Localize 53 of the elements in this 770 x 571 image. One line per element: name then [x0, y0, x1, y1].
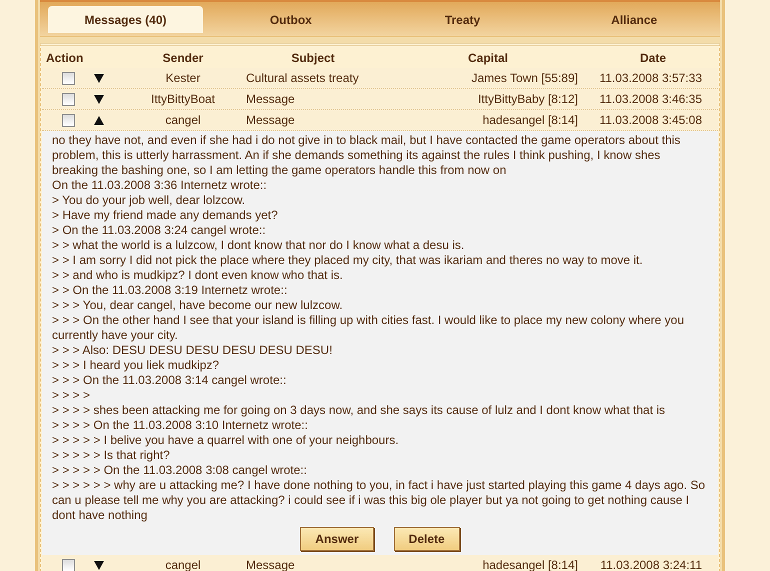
message-line: > > > > > > why are u attacking me? I have done nothing to you, in fact i have just started playing this game 4 days ago. So can u please tell me why you are attacking? i could see if i was this big ole player but ya not going to get nothing cause I dont have nothing	[52, 478, 706, 523]
checkbox[interactable]	[62, 558, 74, 571]
message-line: > > > >	[52, 388, 92, 403]
message-line: > > > > > I belive you have a quarrel with one of your neighbours.	[52, 433, 400, 448]
message-line: > > > > shes been attacking me for going on 3 days now, and she says its cause of lulz and I dont know what that is	[52, 403, 666, 418]
message-line: > > > On the 11.03.2008 3:14 cangel wrote::	[52, 373, 288, 388]
tab[interactable]: Messages (40)	[48, 6, 203, 33]
message-line: > > > > > Is that right?	[52, 448, 171, 463]
checkbox[interactable]	[62, 72, 74, 84]
capital-cell-text: IttyBittyBaby [8:12]	[476, 92, 578, 106]
message-line: > > > Also: DESU DESU DESU DESU DESU DESU!	[52, 343, 334, 358]
message-line: > > and who is mudkipz? I dont even know who that is.	[52, 268, 344, 283]
subject-cell-text: Cultural assets treaty	[245, 71, 360, 85]
capital-cell-text: James Town [55:89]	[470, 71, 578, 85]
message-line: > > > > On the 11.03.2008 3:10 Internetz wrote::	[52, 418, 309, 433]
date-cell-text: 11.03.2008 3:45:08	[598, 113, 703, 127]
column-header: Capital	[466, 51, 509, 65]
checkbox[interactable]	[62, 114, 74, 126]
message-line: > > what the world is a lulzcow, I dont know that nor do I know what a desu is.	[52, 238, 466, 253]
checkbox[interactable]	[62, 92, 74, 106]
column-header: Date	[638, 51, 667, 65]
toggle-triangle-icon[interactable]	[94, 560, 104, 570]
message-line: On the 11.03.2008 3:36 Internetz wrote::	[52, 178, 268, 193]
tab[interactable]: Outbox	[207, 6, 375, 33]
date-cell-text: 11.03.2008 3:24:11	[599, 558, 703, 571]
column-header: Action	[45, 51, 84, 65]
answer-button[interactable]: Answer	[300, 527, 374, 551]
message-line: > Have my friend made any demands yet?	[52, 208, 279, 223]
subject-cell-text: Message	[245, 113, 296, 127]
message-line: > > > I heard you liek mudkipz?	[52, 358, 220, 373]
sender-cell-text: Kester	[164, 71, 202, 85]
sender-cell-text: cangel	[164, 113, 202, 127]
message-line: > > > > > On the 11.03.2008 3:08 cangel wrote::	[52, 463, 308, 478]
delete-button[interactable]: Delete	[394, 527, 460, 551]
toggle-triangle-icon[interactable]	[94, 74, 104, 82]
tab[interactable]: Treaty	[378, 6, 546, 33]
message-line: no they have not, and even if she had i do not give in to black mail, but I have contacted the game operators about this problem, this is utterly harrassment. An if she demands something its against the rules I think pushing, I know shes breaking the bashing one, so I am letting the game operators handle this from now on	[52, 133, 682, 178]
column-header: Subject	[290, 51, 336, 65]
toggle-triangle-icon[interactable]	[94, 116, 104, 124]
sender-cell-text: IttyBittyBoat	[150, 92, 216, 106]
message-line: > > On the 11.03.2008 3:19 Internetz wrote::	[52, 283, 288, 298]
tab[interactable]: Alliance	[550, 6, 718, 33]
column-header: Sender	[162, 51, 204, 65]
message-line: > You do your job well, dear lolzcow.	[52, 193, 246, 208]
date-cell-text: 11.03.2008 3:46:35	[598, 92, 703, 106]
date-cell-text: 11.03.2008 3:57:33	[598, 71, 703, 85]
capital-cell-text: hadesangel [8:14]	[482, 113, 578, 127]
message-line: > > > You, dear cangel, have become our new lulzcow.	[52, 298, 344, 313]
message-line: > On the 11.03.2008 3:24 cangel wrote::	[52, 223, 267, 238]
subject-cell-text: Message	[245, 92, 296, 106]
message-line: > > > On the other hand I see that your island is filling up with cities fast. I would like to place my new colony where you currently have your city.	[52, 313, 686, 343]
message-line: > > I am sorry I did not pick the place where they placed my city, that was ikariam and theres no way to move it.	[52, 253, 644, 268]
toggle-triangle-icon[interactable]	[94, 94, 104, 104]
